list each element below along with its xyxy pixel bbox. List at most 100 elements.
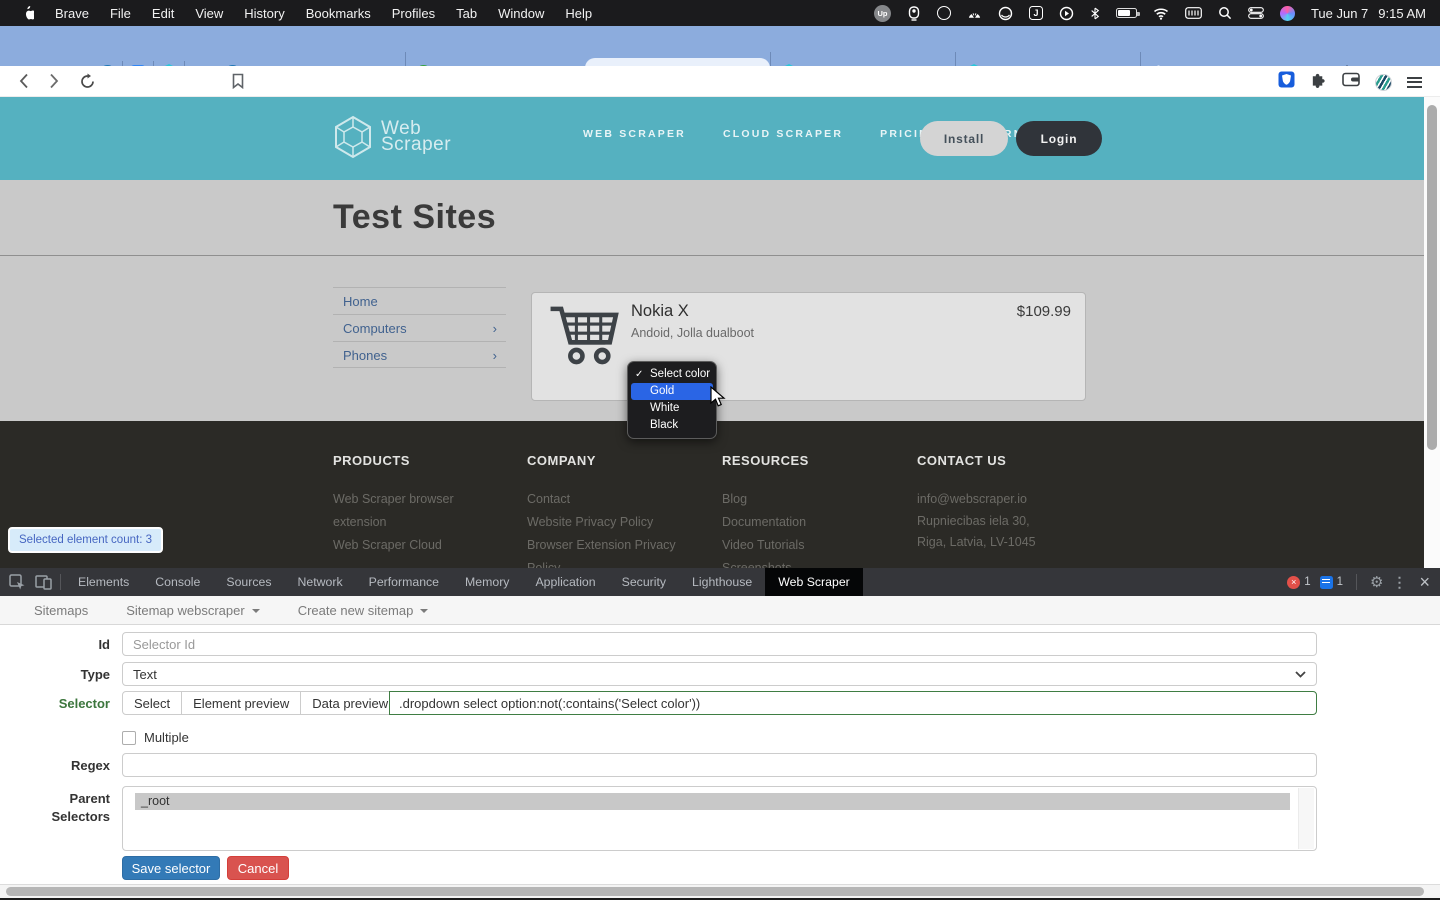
music-app-icon[interactable]: J bbox=[1029, 6, 1043, 20]
menu-bookmarks[interactable]: Bookmarks bbox=[306, 6, 371, 21]
devtools-tab-console[interactable]: Console bbox=[142, 568, 213, 596]
cancel-button[interactable]: Cancel bbox=[227, 856, 289, 880]
menu-brave[interactable]: Brave bbox=[55, 6, 89, 21]
page-scrollbar[interactable] bbox=[1424, 97, 1440, 568]
nav-create-sitemap-menu[interactable]: Create new sitemap bbox=[298, 603, 429, 618]
selected-count-tooltip: Selected element count: 3 bbox=[8, 527, 163, 553]
devtools-settings-icon[interactable]: ⚙ bbox=[1370, 573, 1383, 591]
menu-help[interactable]: Help bbox=[565, 6, 592, 21]
devtools-tab-memory[interactable]: Memory bbox=[452, 568, 522, 596]
siri-icon[interactable] bbox=[1280, 6, 1295, 21]
search-icon[interactable] bbox=[1218, 6, 1232, 20]
menu-edit[interactable]: Edit bbox=[152, 6, 174, 21]
browser-menu-icon[interactable] bbox=[1407, 77, 1422, 88]
footer-link[interactable]: Blog bbox=[722, 488, 897, 511]
parent-option-root[interactable]: _root bbox=[135, 793, 1290, 810]
circle-app-icon[interactable] bbox=[998, 6, 1013, 21]
product-name[interactable]: Nokia X bbox=[631, 302, 689, 321]
bookmark-icon[interactable] bbox=[228, 71, 248, 91]
nav-sitemaps[interactable]: Sitemaps bbox=[34, 603, 88, 618]
selector-id-input[interactable] bbox=[122, 632, 1317, 656]
footer-link[interactable]: info@webscraper.io bbox=[917, 488, 1112, 511]
sidebar-label: Home bbox=[343, 294, 378, 309]
scrollbar-thumb[interactable] bbox=[6, 887, 1424, 896]
bitwarden-icon[interactable] bbox=[1278, 71, 1295, 93]
apple-icon[interactable] bbox=[20, 5, 34, 21]
devtools-more-icon[interactable]: ⋮ bbox=[1392, 574, 1406, 591]
footer-link[interactable]: Documentation bbox=[722, 511, 897, 534]
footer-link[interactable]: Website Privacy Policy bbox=[527, 511, 702, 534]
dropdown-option-selected[interactable]: ✓ Select color bbox=[628, 366, 716, 383]
login-button[interactable]: Login bbox=[1016, 121, 1102, 156]
footer-link[interactable]: Video Tutorials bbox=[722, 534, 897, 557]
devtools-tab-sources[interactable]: Sources bbox=[213, 568, 284, 596]
menu-history[interactable]: History bbox=[244, 6, 284, 21]
select-button[interactable]: Select bbox=[122, 691, 182, 715]
wallet-icon[interactable] bbox=[1342, 72, 1360, 92]
element-preview-button[interactable]: Element preview bbox=[181, 691, 301, 715]
back-icon[interactable] bbox=[14, 71, 34, 91]
reload-icon[interactable] bbox=[77, 71, 97, 91]
menu-bar-clock[interactable]: Tue Jun 7 9:15 AM bbox=[1311, 6, 1426, 21]
sidebar-item-phones[interactable]: Phones› bbox=[333, 341, 506, 368]
footer-link[interactable]: Web Scraper browser extension bbox=[333, 488, 508, 534]
input-menu-icon[interactable] bbox=[1185, 7, 1202, 19]
dropdown-option-gold[interactable]: Gold bbox=[631, 383, 713, 400]
device-toolbar-icon[interactable] bbox=[30, 570, 56, 594]
devtools-tab-network[interactable]: Network bbox=[285, 568, 356, 596]
type-select[interactable]: Text bbox=[122, 662, 1317, 686]
up-badge-icon[interactable]: Up bbox=[874, 5, 891, 22]
devtools-tab-performance[interactable]: Performance bbox=[356, 568, 452, 596]
devtools-tab-web-scraper[interactable]: Web Scraper bbox=[765, 568, 863, 596]
inspect-element-icon[interactable] bbox=[4, 570, 30, 594]
dropdown-option-black[interactable]: Black bbox=[628, 417, 716, 434]
footer-resources-column: RESOURCES Blog Documentation Video Tutor… bbox=[722, 453, 897, 568]
sidebar-item-home[interactable]: Home bbox=[333, 287, 506, 314]
webcam-app-icon[interactable] bbox=[907, 6, 921, 21]
battery-icon[interactable] bbox=[1116, 8, 1137, 18]
control-center-icon[interactable] bbox=[1248, 7, 1264, 19]
wifi-icon[interactable] bbox=[1153, 7, 1169, 20]
site-logo[interactable]: Web Scraper bbox=[333, 115, 451, 159]
browser-tab-strip: jQ W³ jQ Selectors | jQuery API Doc Up W… bbox=[0, 26, 1440, 66]
shell-extension-icon[interactable] bbox=[1375, 74, 1392, 91]
data-preview-button[interactable]: Data preview bbox=[300, 691, 400, 715]
footer-link[interactable]: Browser Extension Privacy Policy bbox=[527, 534, 702, 568]
scrollbar-thumb[interactable] bbox=[1427, 105, 1437, 450]
footer-link[interactable]: Contact bbox=[527, 488, 702, 511]
forward-icon[interactable] bbox=[44, 71, 64, 91]
bluetooth-icon[interactable] bbox=[1090, 6, 1100, 21]
devtools-tab-security[interactable]: Security bbox=[609, 568, 679, 596]
nav-sitemap-menu[interactable]: Sitemap webscraper bbox=[126, 603, 260, 618]
devtools-tab-application[interactable]: Application bbox=[522, 568, 608, 596]
selector-value-input[interactable] bbox=[389, 691, 1317, 715]
save-selector-button[interactable]: Save selector bbox=[122, 856, 220, 880]
horizontal-scrollbar[interactable] bbox=[0, 884, 1440, 898]
play-circle-icon[interactable] bbox=[1059, 6, 1074, 21]
listbox-scrollbar[interactable] bbox=[1298, 788, 1314, 849]
shell-icon[interactable] bbox=[967, 6, 982, 20]
menu-view[interactable]: View bbox=[195, 6, 223, 21]
console-error-indicator[interactable]: × 1 bbox=[1287, 576, 1310, 589]
sidebar-item-computers[interactable]: Computers› bbox=[333, 314, 506, 341]
footer-link[interactable]: Web Scraper Cloud bbox=[333, 534, 508, 557]
regex-input[interactable] bbox=[122, 753, 1317, 777]
menu-profiles[interactable]: Profiles bbox=[392, 6, 435, 21]
menu-window[interactable]: Window bbox=[498, 6, 544, 21]
multiple-checkbox[interactable] bbox=[122, 731, 136, 745]
extensions-puzzle-icon[interactable] bbox=[1310, 71, 1327, 93]
dropdown-option-white[interactable]: White bbox=[628, 400, 716, 417]
nav-web-scraper[interactable]: WEB SCRAPER bbox=[583, 128, 686, 140]
adobe-cc-icon[interactable] bbox=[937, 6, 951, 20]
divider bbox=[1356, 574, 1357, 590]
menu-tab[interactable]: Tab bbox=[456, 6, 477, 21]
install-button[interactable]: Install bbox=[920, 121, 1008, 156]
nav-cloud-scraper[interactable]: CLOUD SCRAPER bbox=[723, 128, 843, 140]
footer-link[interactable]: Screenshots bbox=[722, 557, 897, 568]
devtools-close-icon[interactable]: × bbox=[1419, 572, 1430, 593]
menu-file[interactable]: File bbox=[110, 6, 131, 21]
devtools-tab-elements[interactable]: Elements bbox=[65, 568, 142, 596]
console-message-indicator[interactable]: 1 bbox=[1320, 576, 1343, 589]
parent-selectors-listbox[interactable]: _root bbox=[122, 786, 1317, 851]
devtools-tab-lighthouse[interactable]: Lighthouse bbox=[679, 568, 765, 596]
